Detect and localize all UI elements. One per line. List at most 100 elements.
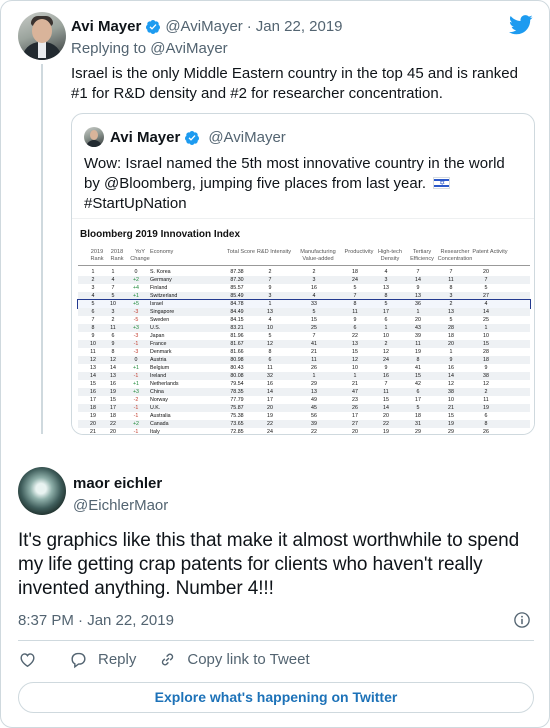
author-name[interactable]: maor eichler	[73, 475, 162, 492]
table-cell: 25	[311, 325, 317, 331]
table-cell: 85.49	[230, 293, 244, 299]
table-cell: 6	[268, 357, 272, 363]
table-cell: Austria	[150, 357, 167, 363]
hashtag-link[interactable]: #StartUpNation	[84, 195, 187, 212]
reply-tweet[interactable]: Avi Mayer @AviMayer · Jan 22, 2019 Reply…	[1, 1, 549, 443]
table-cell: 11	[415, 341, 421, 347]
table-cell: 75.38	[230, 413, 244, 419]
table-cell: 9	[416, 285, 420, 291]
table-cell: 29	[448, 429, 454, 435]
avatar[interactable]	[18, 12, 66, 60]
copy-link-button[interactable]: Copy link to Tweet	[158, 650, 310, 669]
table-cell: 75.87	[230, 405, 244, 411]
table-cell: 16	[311, 285, 317, 291]
table-cell: Belgium	[150, 365, 170, 371]
table-cell: 14	[483, 309, 489, 315]
table-cell: 14	[383, 405, 389, 411]
tweet-date[interactable]: Jan 22, 2019	[256, 18, 343, 35]
table-cell: Germany	[150, 277, 172, 283]
table-cell: +1	[132, 365, 140, 371]
table-cell: Sweden	[150, 317, 170, 323]
quoted-tweet[interactable]: Avi Mayer @AviMayer Wow: Israel named th…	[71, 113, 535, 435]
table-cell: 28	[483, 349, 489, 355]
table-row: 20 22 +2 Canada 73.65 22 39 27 22 31 19 8	[78, 420, 530, 428]
table-cell: 14	[448, 373, 454, 379]
table-row: 19 18 -1 Australia 75.38 19 56 17 20 18 15 6	[78, 412, 530, 420]
table-cell: 12	[383, 349, 389, 355]
table-cell: 1	[416, 309, 420, 315]
table-cell: Israel	[150, 301, 163, 307]
tweet-timestamp[interactable]: 8:37 PM · Jan 22, 2019	[18, 612, 174, 629]
table-cell: 16	[267, 381, 273, 387]
table-cell: 12	[448, 381, 454, 387]
table-header-rule	[78, 265, 530, 266]
avatar[interactable]	[18, 467, 66, 515]
table-cell: 10	[448, 397, 454, 403]
table-cell: 2	[268, 269, 272, 275]
table-cell: 38	[448, 389, 454, 395]
table-cell: 20	[110, 429, 116, 435]
table-cell: 18	[415, 413, 421, 419]
table-cell: Ireland	[150, 373, 167, 379]
table-cell: 29	[311, 381, 317, 387]
table-cell: 21	[352, 381, 358, 387]
table-cell: 8	[91, 325, 95, 331]
table-cell: 3	[111, 309, 115, 315]
table-cell: 24	[267, 429, 273, 435]
replying-to[interactable]: Replying to @AviMayer	[71, 40, 228, 57]
table-row: 11 8 -3 Denmark 81.66 8 21 15 12 19 1 28	[78, 348, 530, 356]
table-cell: 11	[383, 389, 389, 395]
twitter-bird-icon[interactable]	[509, 15, 533, 35]
quoted-author-name: Avi Mayer	[110, 129, 181, 146]
table-cell: 8	[268, 349, 272, 355]
table-cell: 27	[483, 293, 489, 299]
like-button[interactable]	[18, 650, 47, 669]
table-cell: 79.54	[230, 381, 244, 387]
table-cell: 20	[415, 317, 421, 323]
heart-icon	[20, 653, 35, 668]
table-cell: 9	[484, 365, 488, 371]
table-cell: 38	[483, 373, 489, 379]
table-cell: +1	[132, 293, 140, 299]
table-cell: 2	[91, 277, 95, 283]
info-icon[interactable]	[513, 611, 531, 629]
table-cell: 17	[110, 405, 116, 411]
verified-badge-icon	[185, 130, 200, 145]
table-cell: 14	[110, 365, 116, 371]
table-cell: 14	[267, 389, 273, 395]
reply-button[interactable]: Reply	[69, 650, 136, 669]
table-cell: 10	[110, 301, 116, 307]
table-cell: 84.49	[230, 309, 244, 315]
table-cell: 5	[353, 285, 357, 291]
author-line: Avi Mayer @AviMayer · Jan 22, 2019	[71, 18, 343, 35]
table-cell: +1	[132, 381, 140, 387]
table-cell: 18	[448, 333, 454, 339]
table-cell: 31	[415, 421, 421, 427]
israel-flag-icon: ✡	[433, 177, 451, 189]
table-cell: 4	[484, 301, 488, 307]
explore-twitter-button[interactable]: Explore what's happening on Twitter	[18, 682, 534, 713]
table-cell: -1	[133, 373, 139, 379]
table-row: 1 1 0 S. Korea 87.38 2 2 18 4 7 7 20	[78, 268, 530, 276]
table-row: 8 11 +3 U.S. 83.21 10 25 6 1 43 28 1	[78, 324, 530, 332]
author-handle[interactable]: @AviMayer	[165, 18, 242, 35]
thread-connector-line	[41, 64, 43, 434]
table-cell: -1	[133, 405, 139, 411]
table-cell: 56	[311, 413, 317, 419]
table-cell: 49	[311, 397, 317, 403]
author-handle[interactable]: @EichlerMaor	[73, 497, 168, 514]
table-cell: 7	[416, 269, 420, 275]
table-cell: 8	[384, 293, 388, 299]
innovation-index-table-image[interactable]: Bloomberg 2019 Innovation Index 2019 Ran…	[72, 218, 534, 435]
table-cell: 3	[312, 277, 316, 283]
table-cell: 22	[267, 421, 273, 427]
table-cell: 7	[353, 293, 357, 299]
table-cell: 22	[311, 429, 317, 435]
table-cell: -1	[133, 429, 139, 435]
author-name[interactable]: Avi Mayer	[71, 18, 141, 35]
table-cell: 5	[484, 285, 488, 291]
quoted-tweet-text: Wow: Israel named the 5th most innovativ…	[84, 154, 524, 214]
table-cell: 80.43	[230, 365, 244, 371]
table-cell: 21	[311, 349, 317, 355]
table-cell: 7	[449, 269, 453, 275]
